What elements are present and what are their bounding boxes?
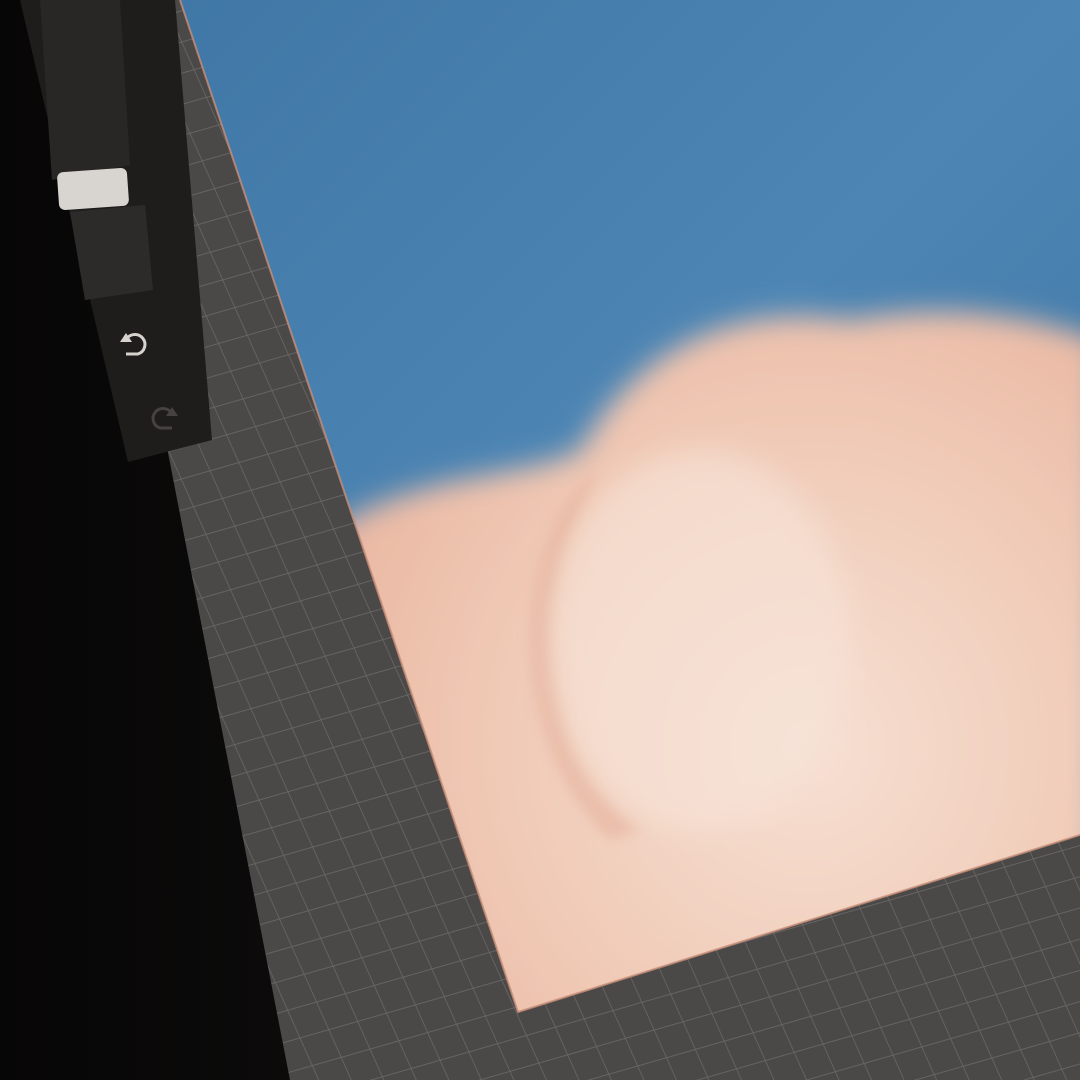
brush-size-slider-track[interactable] bbox=[40, 0, 130, 180]
brush-size-slider-thumb[interactable] bbox=[57, 168, 129, 211]
screen-photo bbox=[0, 0, 1080, 1080]
cloud-highlight bbox=[550, 450, 850, 830]
device-screen-photo bbox=[0, 0, 1080, 1080]
